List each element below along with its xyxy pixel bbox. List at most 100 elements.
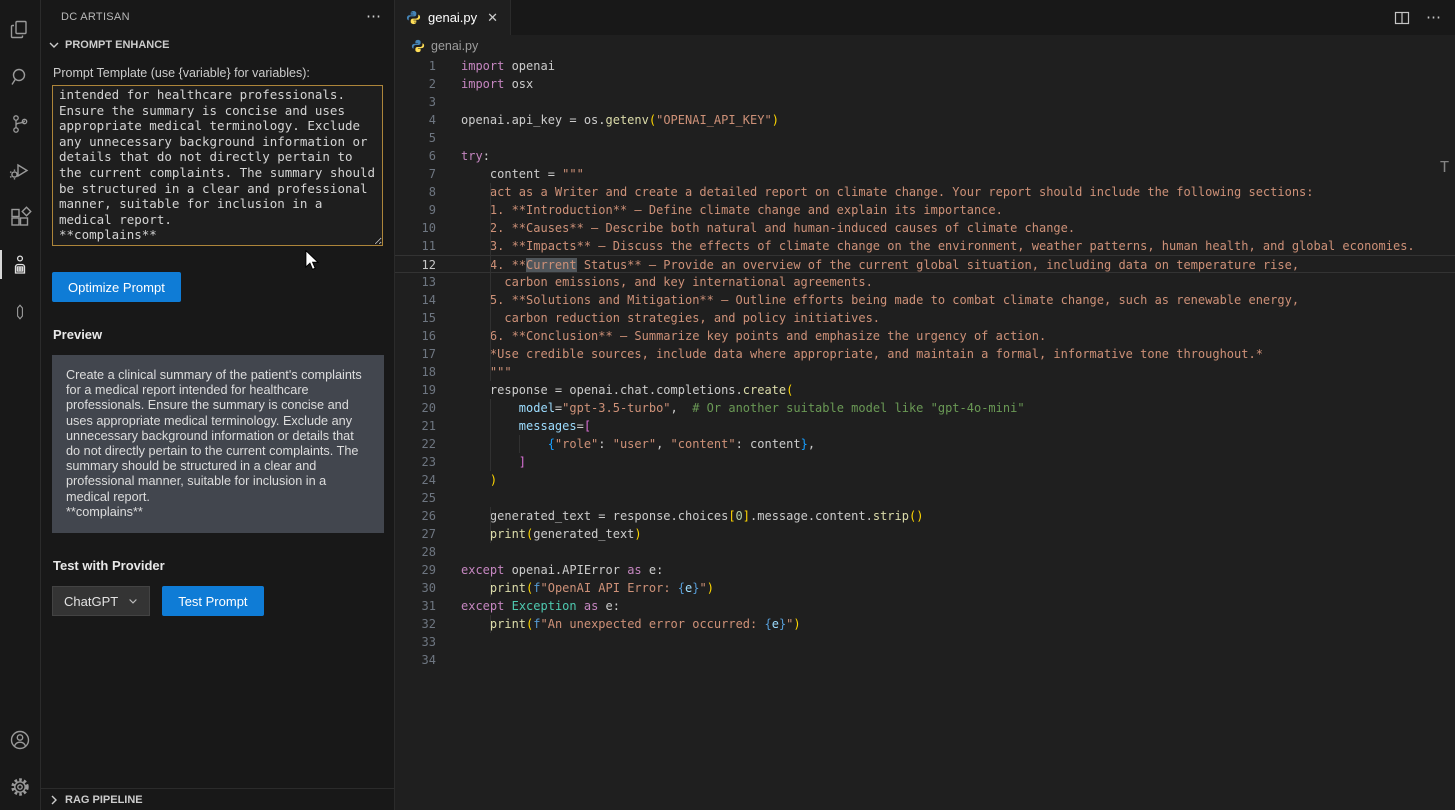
- close-icon[interactable]: ✕: [484, 9, 501, 27]
- code-line[interactable]: 34: [395, 651, 1455, 669]
- tab-label: genai.py: [428, 10, 477, 25]
- section-prompt-enhance[interactable]: PROMPT ENHANCE: [41, 34, 394, 56]
- code-token: [577, 599, 584, 613]
- line-content: {"role": "user", "content": content},: [461, 435, 1455, 453]
- indent-guide: [490, 273, 491, 291]
- code-token: ": [699, 581, 706, 595]
- prompt-template-input[interactable]: intended for healthcare professionals. E…: [52, 85, 383, 246]
- indent-guide: [490, 256, 491, 272]
- code-token: {: [678, 581, 685, 595]
- code-line[interactable]: 24 ): [395, 471, 1455, 489]
- code-line[interactable]: 9 1. **Introduction** – Define climate c…: [395, 201, 1455, 219]
- code-line[interactable]: 20 model="gpt-3.5-turbo", # Or another s…: [395, 399, 1455, 417]
- line-content: content = """: [461, 165, 1455, 183]
- code-line[interactable]: 6try:: [395, 147, 1455, 165]
- line-number: 25: [395, 489, 436, 507]
- code-line[interactable]: 21 messages=[: [395, 417, 1455, 435]
- code-line[interactable]: 30 print(f"OpenAI API Error: {e}"): [395, 579, 1455, 597]
- provider-row: ChatGPT Test Prompt: [52, 586, 383, 616]
- code-line[interactable]: 15 carbon reduction strategies, and poli…: [395, 309, 1455, 327]
- code-line[interactable]: 29except openai.APIError as e:: [395, 561, 1455, 579]
- line-number: 4: [395, 111, 436, 129]
- code-line[interactable]: 27 print(generated_text): [395, 525, 1455, 543]
- source-control-icon[interactable]: [0, 100, 41, 147]
- extensions-icon[interactable]: [0, 194, 41, 241]
- indent-guide: [490, 183, 491, 201]
- optimize-prompt-button[interactable]: Optimize Prompt: [52, 272, 181, 302]
- code-token: [461, 617, 490, 631]
- search-icon[interactable]: [0, 53, 41, 100]
- explorer-icon[interactable]: [0, 6, 41, 53]
- code-line[interactable]: 19 response = openai.chat.completions.cr…: [395, 381, 1455, 399]
- code-line[interactable]: 11 3. **Impacts** – Discuss the effects …: [395, 237, 1455, 255]
- vscode-window: DC ARTISAN ⋯ PROMPT ENHANCE Prompt Templ…: [0, 0, 1455, 810]
- line-number: 11: [395, 237, 436, 255]
- code-line[interactable]: 13 carbon emissions, and key internation…: [395, 273, 1455, 291]
- code-line[interactable]: 4openai.api_key = os.getenv("OPENAI_API_…: [395, 111, 1455, 129]
- line-number: 8: [395, 183, 436, 201]
- indent-guide: [490, 507, 491, 525]
- line-content: generated_text = response.choices[0].mes…: [461, 507, 1455, 525]
- code-token: import: [461, 77, 504, 91]
- code-line[interactable]: 5: [395, 129, 1455, 147]
- breadcrumb[interactable]: genai.py: [395, 35, 1455, 57]
- run-debug-icon[interactable]: [0, 147, 41, 194]
- code-token: print: [490, 527, 526, 541]
- code-line[interactable]: 33: [395, 633, 1455, 651]
- code-line[interactable]: 18 """: [395, 363, 1455, 381]
- code-token: "OPENAI_API_KEY": [656, 113, 772, 127]
- code-token: carbon emissions, and key international …: [461, 275, 873, 289]
- dc-artisan-icon[interactable]: [0, 241, 41, 288]
- account-icon[interactable]: [0, 716, 41, 763]
- line-number: 12: [395, 256, 436, 272]
- code-line[interactable]: 12 4. **Current Status** – Provide an ov…: [395, 255, 1455, 273]
- tab-bar: genai.py ✕ ⋯: [395, 0, 1455, 35]
- line-content: print(f"An unexpected error occurred: {e…: [461, 615, 1455, 633]
- code-line[interactable]: 32 print(f"An unexpected error occurred:…: [395, 615, 1455, 633]
- line-number: 28: [395, 543, 436, 561]
- sidebar-more-actions-icon[interactable]: ⋯: [366, 12, 382, 22]
- code-line[interactable]: 8 act as a Writer and create a detailed …: [395, 183, 1455, 201]
- settings-gear-icon[interactable]: [0, 763, 41, 810]
- more-actions-icon[interactable]: ⋯: [1426, 14, 1442, 22]
- code-token: ): [793, 617, 800, 631]
- code-token: "role": [555, 437, 598, 451]
- code-token: (: [649, 113, 656, 127]
- line-content: carbon emissions, and key international …: [461, 273, 1455, 291]
- line-content: print(f"OpenAI API Error: {e}"): [461, 579, 1455, 597]
- indent-guide: [490, 327, 491, 345]
- code-line[interactable]: 31except Exception as e:: [395, 597, 1455, 615]
- code-line[interactable]: 1import openai: [395, 57, 1455, 75]
- code-token: as: [627, 563, 641, 577]
- code-line[interactable]: 17 *Use credible sources, include data w…: [395, 345, 1455, 363]
- code-line[interactable]: 22 {"role": "user", "content": content},: [395, 435, 1455, 453]
- code-line[interactable]: 26 generated_text = response.choices[0].…: [395, 507, 1455, 525]
- dc-artisan-prompts-icon[interactable]: [0, 288, 41, 335]
- code-line[interactable]: 3: [395, 93, 1455, 111]
- code-token: e: [772, 617, 779, 631]
- sidebar-header: DC ARTISAN ⋯: [41, 0, 394, 34]
- section-rag-pipeline[interactable]: RAG PIPELINE: [41, 788, 394, 810]
- code-line[interactable]: 23 ]: [395, 453, 1455, 471]
- code-line[interactable]: 2import osx: [395, 75, 1455, 93]
- indent-guide: [490, 237, 491, 255]
- test-prompt-button[interactable]: Test Prompt: [162, 586, 263, 616]
- tab-genai-py[interactable]: genai.py ✕: [395, 0, 511, 35]
- provider-select[interactable]: ChatGPT: [52, 586, 150, 616]
- line-number: 9: [395, 201, 436, 219]
- code-line[interactable]: 10 2. **Causes** – Describe both natural…: [395, 219, 1455, 237]
- code-line[interactable]: 14 5. **Solutions and Mitigation** – Out…: [395, 291, 1455, 309]
- line-number: 20: [395, 399, 436, 417]
- line-content: *Use credible sources, include data wher…: [461, 345, 1455, 363]
- line-number: 31: [395, 597, 436, 615]
- code-line[interactable]: 16 6. **Conclusion** – Summarize key poi…: [395, 327, 1455, 345]
- code-token: getenv: [606, 113, 649, 127]
- line-number: 5: [395, 129, 436, 147]
- chevron-right-icon: [46, 792, 62, 808]
- indent-guide: [519, 435, 520, 453]
- code-line[interactable]: 25: [395, 489, 1455, 507]
- split-editor-icon[interactable]: [1394, 10, 1410, 26]
- line-content: model="gpt-3.5-turbo", # Or another suit…: [461, 399, 1455, 417]
- code-line[interactable]: 7 content = """: [395, 165, 1455, 183]
- code-line[interactable]: 28: [395, 543, 1455, 561]
